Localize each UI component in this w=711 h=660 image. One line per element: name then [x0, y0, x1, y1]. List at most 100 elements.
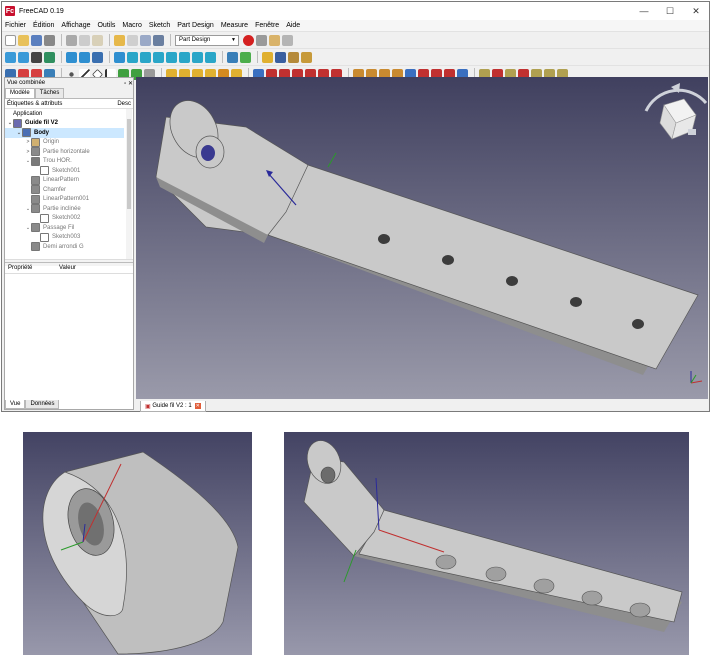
part-icon[interactable] [227, 51, 238, 63]
toolbar-separator [170, 34, 171, 46]
arm-hole [632, 319, 644, 329]
paste-icon[interactable] [92, 34, 103, 46]
create-body-icon[interactable] [262, 51, 273, 63]
zoom-icon[interactable] [114, 51, 125, 63]
tree-item[interactable]: > Origin [5, 137, 133, 148]
col-desc: Desc [117, 100, 131, 107]
measure-distance-icon[interactable] [240, 51, 251, 63]
tab-vue[interactable]: Vue [5, 400, 26, 409]
menu-sketch[interactable]: Sketch [149, 22, 170, 29]
view-front-icon[interactable] [140, 51, 151, 63]
copy-icon[interactable] [79, 34, 90, 46]
menu-measure[interactable]: Measure [221, 22, 248, 29]
tree-item-icon [31, 242, 40, 252]
whats-this-icon[interactable] [153, 34, 164, 46]
workbench-selector[interactable]: Part Design ▼ [175, 34, 239, 46]
tree-item-icon [31, 156, 40, 166]
open-file-icon[interactable] [18, 34, 29, 46]
play-macro-icon[interactable] [282, 34, 293, 46]
link-icon[interactable] [92, 51, 103, 63]
datum-point-icon[interactable] [69, 71, 74, 77]
tree-item[interactable]: Sketch001 [5, 166, 133, 176]
view-rear-icon[interactable] [179, 51, 190, 63]
tree-item-icon [31, 204, 40, 214]
maximize-button[interactable]: ☐ [657, 2, 683, 20]
tree-item-icon [31, 185, 40, 195]
lug-hole [201, 145, 215, 161]
undo-icon[interactable] [114, 34, 125, 46]
undock-icon[interactable]: ▫ ✕ [124, 80, 133, 87]
tree-item[interactable]: ⌄ Trou HOR. [5, 156, 133, 167]
3d-view[interactable] [136, 77, 708, 399]
minimize-button[interactable]: — [631, 2, 657, 20]
tree-item[interactable]: LinearPattern001 [5, 194, 133, 205]
close-icon[interactable]: ✕ [194, 403, 201, 409]
tree-item[interactable]: Sketch003 [5, 232, 133, 243]
property-view: Propriété Valeur [5, 262, 133, 401]
tab-modele[interactable]: Modèle [5, 88, 35, 98]
scrollbar-thumb[interactable] [127, 119, 131, 209]
view-bottom-icon[interactable] [192, 51, 203, 63]
fit-selection-icon[interactable] [18, 51, 29, 63]
tree-item[interactable]: Demi arrondi G [5, 242, 133, 252]
forward-icon[interactable] [79, 51, 90, 63]
new-file-icon[interactable] [5, 34, 16, 46]
view-isometric-icon[interactable] [127, 51, 138, 63]
cut-icon[interactable] [66, 34, 77, 46]
redo-icon[interactable] [127, 34, 138, 46]
record-macro-icon[interactable] [243, 34, 254, 46]
view-right-icon[interactable] [166, 51, 177, 63]
document-tab[interactable]: ▣ Guide fil V2 : 1 ✕ [140, 401, 206, 412]
tree-item-icon [22, 128, 31, 138]
tree-item[interactable]: Chamfer [5, 185, 133, 195]
create-link-icon[interactable] [301, 51, 312, 63]
3d-model-canvas [155, 83, 708, 384]
menu-fichier[interactable]: Fichier [5, 22, 26, 29]
tree-item[interactable]: ⌄ Guide fil V2 [5, 118, 133, 129]
navigation-cube[interactable] [644, 83, 708, 140]
macro-editor-icon[interactable] [269, 34, 280, 46]
tree-item-label: Sketch002 [52, 215, 81, 222]
combo-view-title: Vue combinée [7, 80, 46, 86]
tree-item-label: Sketch001 [52, 167, 81, 174]
tab-taches[interactable]: Tâches [34, 88, 65, 98]
refresh-icon[interactable] [140, 34, 151, 46]
tree-item[interactable]: Sketch002 [5, 213, 133, 224]
axis-triad [690, 371, 703, 384]
arm-top-face [267, 164, 699, 370]
create-group-icon[interactable] [275, 51, 286, 63]
view-top-icon[interactable] [153, 51, 164, 63]
property-col: Propriété [8, 265, 33, 271]
print-icon[interactable] [44, 34, 55, 46]
menu-part-design[interactable]: Part Design [177, 22, 214, 29]
tree-item[interactable]: ⌄ Partie inclinée [5, 204, 133, 214]
tree-item-icon [40, 166, 49, 176]
bounding-box-icon[interactable] [44, 51, 55, 63]
combo-view-panel: Vue combinée ▫ ✕ Modèle Tâches Étiquette… [4, 77, 134, 410]
back-icon[interactable] [66, 51, 77, 63]
tree-item[interactable]: ⌄ Body [5, 128, 124, 138]
fit-all-icon[interactable] [5, 51, 16, 63]
close-button[interactable]: ✕ [683, 2, 709, 20]
tab-donnees[interactable]: Données [25, 400, 60, 409]
tree-item[interactable]: LinearPattern [5, 175, 133, 186]
tree-item-icon [40, 232, 49, 242]
document-tab-label: Guide fil V2 : 1 [152, 403, 192, 409]
menu-affichage[interactable]: Affichage [61, 22, 90, 29]
save-icon[interactable] [31, 34, 42, 46]
arm-hole [442, 255, 454, 265]
tree-scrollbar[interactable] [126, 109, 132, 259]
tree-item[interactable]: > Partie horizontale [5, 147, 133, 157]
menu-aide[interactable]: Aide [286, 22, 300, 29]
tree-item[interactable]: ⌄ Passage Fil [5, 223, 133, 233]
tree-item-icon [13, 118, 22, 128]
menu-fenetre[interactable]: Fenêtre [255, 22, 279, 29]
create-part-icon[interactable] [288, 51, 299, 63]
draw-style-icon[interactable] [31, 51, 42, 63]
stop-macro-icon[interactable] [256, 34, 267, 46]
menu-macro[interactable]: Macro [122, 22, 141, 29]
menu-outils[interactable]: Outils [97, 22, 115, 29]
view-left-icon[interactable] [205, 51, 216, 63]
menu-edition[interactable]: Édition [33, 22, 54, 29]
tree-item[interactable]: Application [5, 109, 133, 119]
